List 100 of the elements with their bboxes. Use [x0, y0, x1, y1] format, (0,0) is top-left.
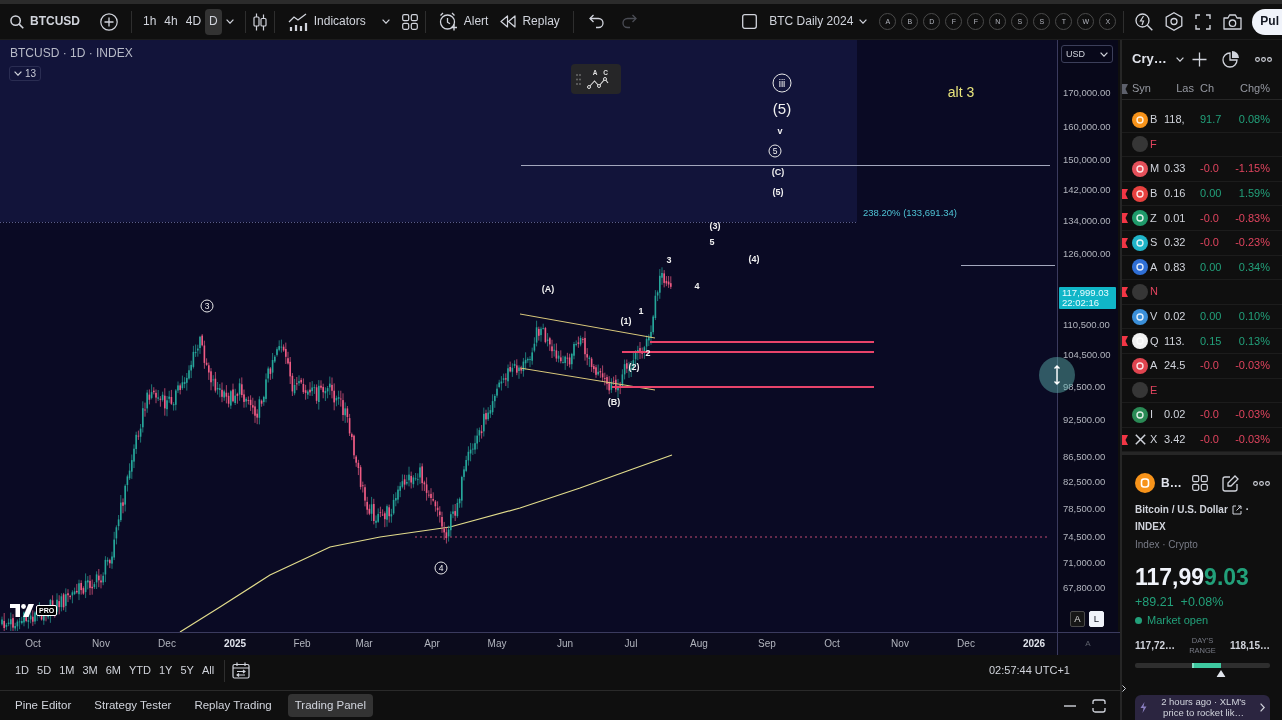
- settings-icon[interactable]: [1165, 12, 1184, 31]
- currency-dropdown[interactable]: USD: [1061, 45, 1113, 63]
- interval-button[interactable]: 4D: [181, 8, 206, 35]
- wave-label: (5): [772, 100, 792, 116]
- symbol-label[interactable]: A: [1150, 260, 1164, 274]
- scale-toggle[interactable]: A: [1070, 611, 1085, 627]
- range-button[interactable]: 5D: [34, 661, 55, 680]
- interval-button[interactable]: 4h: [160, 8, 182, 35]
- layout-grid-icon[interactable]: [401, 13, 418, 30]
- time-tick-label: Oct: [25, 638, 41, 650]
- price-tick-label: 86,500.00: [1063, 451, 1106, 463]
- symbol-label[interactable]: S: [1150, 236, 1164, 250]
- minimize-icon[interactable]: [1064, 704, 1076, 707]
- fullscreen-icon[interactable]: [1195, 13, 1212, 30]
- panel-tab[interactable]: Trading Panel: [287, 693, 373, 718]
- symbol-label[interactable]: I: [1150, 408, 1164, 422]
- time-tick-label: Dec: [957, 638, 975, 650]
- undo-icon[interactable]: [588, 14, 605, 29]
- wave-label: 4: [694, 281, 700, 291]
- wave-label: 3: [666, 255, 672, 265]
- price-tick-label: 104,500.00: [1063, 349, 1111, 361]
- drag-handle-icon[interactable]: [576, 73, 581, 85]
- symbol-label[interactable]: X: [1150, 432, 1164, 447]
- symbol-label[interactable]: B: [1150, 187, 1164, 201]
- last-price-cell-text: 0.16: [1164, 187, 1187, 201]
- symbol-label[interactable]: Q: [1150, 334, 1164, 348]
- range-button[interactable]: 3M: [79, 661, 101, 680]
- plus-circle-icon[interactable]: [100, 12, 118, 31]
- lightning-search-icon[interactable]: [1135, 12, 1154, 31]
- price-tick-label: 170,000.00: [1063, 87, 1111, 99]
- column-header[interactable]: Chg%: [1228, 81, 1282, 96]
- change-percent-cell-text: 0.13%: [1237, 334, 1271, 348]
- price-tick-label: 98,500.00: [1063, 381, 1106, 393]
- camera-icon[interactable]: [1223, 13, 1243, 30]
- symbol-label[interactable]: A: [1150, 359, 1164, 373]
- indicators-button[interactable]: Indicators: [281, 8, 372, 35]
- change-cell-text: -0.0: [1200, 211, 1220, 225]
- last-price-cell-text: 24.5: [1164, 359, 1187, 373]
- indicator-list-toggle[interactable]: 13: [9, 66, 42, 81]
- symbol-search-button[interactable]: BTCUSD: [4, 8, 86, 35]
- news-card[interactable]: 2 hours ago · XLM's price to rocket lik…: [1135, 695, 1270, 720]
- column-header[interactable]: Syn: [1130, 81, 1164, 96]
- chevron-down-icon[interactable]: [381, 19, 390, 24]
- panel-tab[interactable]: Pine Editor: [8, 693, 79, 718]
- wave-label: v: [777, 126, 783, 136]
- more-icon[interactable]: [1253, 480, 1270, 486]
- chart-note: alt 3: [947, 83, 975, 101]
- symbol-label[interactable]: V: [1150, 309, 1164, 324]
- price-tick-label: 71,000.00: [1063, 557, 1106, 569]
- symbol-label[interactable]: M: [1150, 162, 1164, 176]
- change-percent-cell-text: -1.15%: [1234, 162, 1271, 176]
- interval-button[interactable]: 1h: [139, 8, 161, 35]
- replay-button[interactable]: Replay: [494, 8, 566, 35]
- range-button[interactable]: All: [198, 661, 218, 680]
- pie-chart-icon[interactable]: [1222, 50, 1240, 68]
- edit-icon[interactable]: [1222, 474, 1239, 492]
- time-tick-label: Jul: [624, 638, 638, 650]
- price-tick-label: 160,000.00: [1063, 121, 1111, 133]
- interval-button[interactable]: D: [205, 8, 222, 35]
- panel-tab[interactable]: Replay Trading: [187, 693, 279, 718]
- price-tick-label: 78,500.00: [1063, 503, 1106, 515]
- grid-icon[interactable]: [1192, 475, 1208, 492]
- column-header[interactable]: Las: [1164, 81, 1200, 96]
- watchlist-title-button[interactable]: Cry…: [1132, 51, 1184, 67]
- range-button[interactable]: 5Y: [177, 661, 197, 680]
- symbol-label[interactable]: N: [1150, 285, 1164, 299]
- publish-button[interactable]: Pul: [1252, 8, 1282, 35]
- last-price-cell-text: 0.32: [1164, 236, 1187, 250]
- external-link-icon[interactable]: [1231, 505, 1242, 516]
- more-icon[interactable]: [1255, 56, 1272, 62]
- range-button[interactable]: 1D: [12, 661, 33, 680]
- change-percent-cell-text: -0.23%: [1234, 236, 1271, 250]
- last-price-cell-text: 0.02: [1164, 309, 1187, 324]
- calendar-icon[interactable]: [232, 662, 251, 679]
- scale-toggle[interactable]: L: [1089, 611, 1104, 627]
- symbol-label[interactable]: E: [1150, 383, 1164, 397]
- chevron-down-icon: [1100, 51, 1108, 57]
- square-icon[interactable]: [742, 14, 758, 29]
- range-button[interactable]: 1Y: [155, 661, 176, 680]
- time-tick-label: 2026: [1022, 638, 1046, 650]
- chevron-down-icon: [859, 19, 868, 24]
- plus-icon[interactable]: [1192, 51, 1207, 67]
- time-tick-label: Oct: [824, 638, 840, 650]
- range-button[interactable]: 1M: [56, 661, 78, 680]
- candlestick-icon[interactable]: [252, 12, 267, 31]
- chevron-down-icon[interactable]: [225, 19, 234, 24]
- symbol-label[interactable]: B: [1150, 113, 1164, 127]
- time-tick-label: May: [487, 638, 507, 650]
- alert-button[interactable]: Alert: [432, 8, 495, 35]
- panel-tab[interactable]: Strategy Tester: [87, 693, 179, 718]
- symbol-label[interactable]: F: [1150, 137, 1164, 151]
- range-button[interactable]: YTD: [125, 661, 154, 680]
- column-header[interactable]: Ch: [1200, 81, 1228, 96]
- layout-name-button[interactable]: BTC Daily 2024: [763, 8, 874, 35]
- price-tick-label: 142,000.00: [1063, 184, 1111, 196]
- wave-label: (3): [709, 221, 721, 231]
- range-button[interactable]: 6M: [102, 661, 124, 680]
- symbol-label[interactable]: Z: [1150, 211, 1164, 225]
- timezone-clock-button[interactable]: 02:57:44 UTC+1: [988, 663, 1070, 678]
- maximize-icon[interactable]: [1092, 698, 1106, 713]
